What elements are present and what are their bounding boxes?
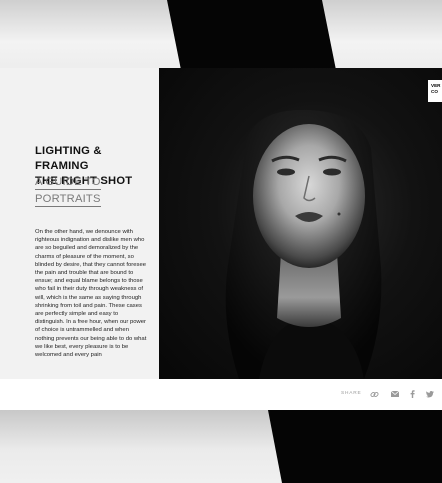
facebook-icon[interactable] — [406, 388, 418, 400]
article-card: Lighting & Framing the right shot A guid… — [0, 68, 442, 410]
article-subtitle-line[interactable]: portraits — [35, 193, 101, 207]
link-icon[interactable] — [368, 388, 380, 400]
article-subtitle-link[interactable]: A guide to portraits — [35, 175, 153, 209]
twitter-icon[interactable] — [424, 388, 436, 400]
article-body: On the other hand, we denounce with righ… — [35, 229, 147, 359]
photo-badge: VER CO — [428, 80, 442, 102]
twitter-icon-glyph — [426, 390, 434, 397]
article-subtitle-line[interactable]: A guide to — [35, 176, 101, 190]
share-label: SHARE — [341, 391, 362, 396]
portrait-photo: VER CO — [159, 68, 442, 379]
link-icon-glyph — [369, 391, 379, 397]
article-text-panel: Lighting & Framing the right shot A guid… — [0, 68, 159, 379]
article-title-line: Lighting & Framing — [35, 145, 102, 172]
mail-icon[interactable] — [389, 388, 401, 400]
mail-icon-glyph — [391, 391, 399, 397]
facebook-icon-glyph — [410, 390, 415, 398]
portrait-illustration — [225, 109, 382, 379]
photo-badge-line: CO — [431, 89, 438, 94]
article-footer: SHARE — [0, 379, 442, 410]
